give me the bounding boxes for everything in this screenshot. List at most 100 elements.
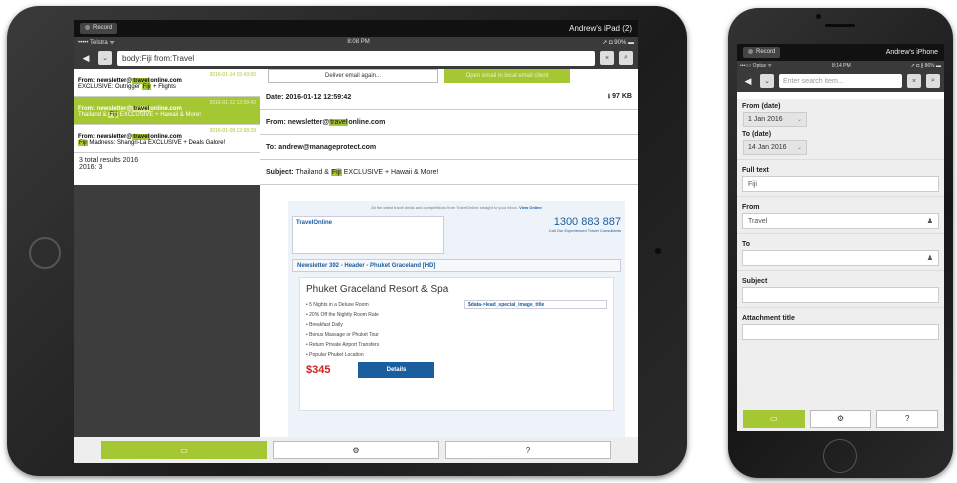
iphone-screen: Record Andrew's iPhone •••○○ Optus ᯤ 8:1… xyxy=(737,44,944,431)
deal-price: $345 xyxy=(306,364,331,376)
phone-block: 1300 883 887 Call Our Experienced Travel… xyxy=(549,216,621,233)
help-button[interactable]: ? xyxy=(876,409,939,428)
result-subject: EXCLUSIVE: Outrigger Fiji + Flights xyxy=(78,84,176,90)
person-icon[interactable]: ♟ xyxy=(927,217,933,225)
deal-card: Phuket Graceland Resort & Spa • 5 Nights… xyxy=(299,277,614,411)
search-bar: ◀ ⌄ Enter search item... × ⌕ xyxy=(737,70,944,92)
open-local-client-button[interactable]: Open email in local email client xyxy=(444,69,570,83)
carrier: •••○○ Optus ᯤ xyxy=(740,62,772,69)
mail-tab-button[interactable]: ▭ xyxy=(101,441,267,459)
clock: 8:14 PM xyxy=(832,62,851,69)
settings-button[interactable]: ⚙ xyxy=(273,441,439,459)
battery: ➚ ◘ ∦ 86% ▬ xyxy=(910,62,941,69)
clear-icon[interactable]: × xyxy=(907,74,921,88)
person-icon[interactable]: ♟ xyxy=(927,254,933,262)
clear-icon[interactable]: × xyxy=(600,51,614,65)
record-label: Record xyxy=(93,25,113,32)
iphone-device: Record Andrew's iPhone •••○○ Optus ᯤ 8:1… xyxy=(728,8,953,478)
mail-tab-button[interactable]: ▭ xyxy=(743,409,805,428)
details-button[interactable]: Details xyxy=(358,362,435,378)
search-icon[interactable]: ⌕ xyxy=(926,74,940,88)
view-online-link[interactable]: View Online xyxy=(519,205,542,210)
list-item: • 20% Off the Nightly Room Rate xyxy=(306,312,379,318)
to-date-select[interactable]: 14 Jan 2016 ⌄ xyxy=(743,140,807,155)
message-pane: Deliver email again... Open email in loc… xyxy=(260,69,638,437)
list-item: • 5 Nights in a Deluxe Room xyxy=(306,302,369,308)
fulltext-label: Full text xyxy=(742,167,769,174)
status-bar: •••○○ Optus ᯤ 8:14 PM ➚ ◘ ∦ 86% ▬ xyxy=(737,61,944,70)
clock: 8:08 PM xyxy=(347,39,370,45)
chevron-down-icon[interactable]: ⌄ xyxy=(98,51,112,65)
to-date-label: To (date) xyxy=(742,131,772,138)
record-button[interactable]: Record xyxy=(743,47,781,58)
status-bar: ••••• Telstra ᯤ 8:08 PM ➚ ◘ 90% ▬ xyxy=(74,37,638,47)
attachment-title-field[interactable] xyxy=(742,324,939,340)
attachment-title-label: Attachment title xyxy=(742,315,795,322)
battery: ➚ ◘ 90% ▬ xyxy=(602,39,634,46)
help-icon: ? xyxy=(525,445,531,455)
bottom-toolbar: ▭ ⚙ ? xyxy=(737,406,944,431)
deliver-again-button[interactable]: Deliver email again... xyxy=(268,69,438,83)
back-icon[interactable]: ◀ xyxy=(79,51,93,65)
results-summary: 3 total results 2016 2016: 3 xyxy=(74,153,260,185)
home-button[interactable] xyxy=(29,237,61,269)
home-button[interactable] xyxy=(823,439,857,473)
phone-caption: Call Our Experienced Travel Consultants xyxy=(548,228,621,233)
year-count: 2016: 3 xyxy=(79,164,103,171)
gear-icon: ⚙ xyxy=(836,414,845,423)
record-label: Record xyxy=(756,49,776,56)
record-dot-icon xyxy=(85,25,90,31)
message-subject-row: Subject: Thailand & Fiji EXCLUSIVE + Haw… xyxy=(260,160,638,185)
ipad-screen: Record Andrew's iPad (2) ••••• Telstra ᯤ… xyxy=(74,20,638,463)
search-bar: ◀ ⌄ body:Fiji from:Travel × ⌕ xyxy=(74,47,638,69)
list-item: • Breakfast Daily xyxy=(306,322,343,328)
message-date: Date: 2016-01-12 12:59:42 xyxy=(266,93,352,101)
list-item-selected[interactable]: 2016-01-12 12:59:42 From: newsletter@tra… xyxy=(74,97,260,125)
subject-label: Subject xyxy=(742,278,768,285)
bottom-toolbar: ▭ ⚙ ? xyxy=(74,437,638,463)
device-name: Andrew's iPad (2) xyxy=(569,24,632,33)
deal-title: Phuket Graceland Resort & Spa xyxy=(306,284,449,295)
settings-button[interactable]: ⚙ xyxy=(809,409,872,428)
fulltext-field[interactable]: Fiji xyxy=(742,176,939,192)
message-from-row: From: newsletter@travelonline.com xyxy=(260,110,638,135)
gear-icon: ⚙ xyxy=(352,445,360,455)
list-item: • Popular Phuket Location xyxy=(306,352,364,358)
carrier: ••••• Telstra ᯤ xyxy=(78,40,115,46)
help-button[interactable]: ? xyxy=(445,441,611,459)
list-item: • Bonus Massage or Phuket Tour xyxy=(306,332,379,338)
chevron-down-icon[interactable]: ⌄ xyxy=(760,74,774,88)
message-from: From: newsletter@travelonline.com xyxy=(266,118,386,126)
result-subject: Fiji Madness: Shangri-La EXCLUSIVE + Dea… xyxy=(78,140,226,146)
mail-icon: ▭ xyxy=(180,445,188,455)
speaker xyxy=(825,24,855,27)
list-item[interactable]: 2016-01-09 12:58:39 From: newsletter@tra… xyxy=(74,125,260,153)
from-field[interactable]: Travel ♟ xyxy=(742,213,939,229)
phone-number: 1300 883 887 xyxy=(553,216,621,228)
from-label: From xyxy=(742,204,760,211)
front-camera xyxy=(816,14,821,19)
search-input[interactable]: body:Fiji from:Travel xyxy=(117,50,595,66)
list-item[interactable]: 2016-01-14 15:43:00 From: newsletter@tra… xyxy=(74,69,260,97)
total-results: 3 total results 2016 xyxy=(79,157,139,164)
from-date-select[interactable]: 1 Jan 2016 ⌄ xyxy=(743,112,807,127)
message-date-row: Date: 2016-01-12 12:59:42 ⭳ 97 KB xyxy=(260,85,638,110)
results-list: 2016-01-14 15:43:00 From: newsletter@tra… xyxy=(74,69,260,437)
mail-icon: ▭ xyxy=(770,414,778,423)
chevron-down-icon: ⌄ xyxy=(796,145,802,151)
search-input[interactable]: Enter search item... xyxy=(779,74,902,88)
subject-field[interactable] xyxy=(742,287,939,303)
message-to: To: andrew@manageprotect.com xyxy=(266,143,377,151)
newsletter: All the latest travel deals and competit… xyxy=(288,201,625,437)
travelonline-logo[interactable]: TravelOnline xyxy=(292,216,444,254)
deal-features: • 5 Nights in a Deluxe Room • 20% Off th… xyxy=(306,300,379,360)
back-icon[interactable]: ◀ xyxy=(741,74,755,88)
ipad-device: Record Andrew's iPad (2) ••••• Telstra ᯤ… xyxy=(7,6,687,476)
help-icon: ? xyxy=(904,414,910,423)
list-item: • Return Private Airport Transfers xyxy=(306,342,380,348)
record-button[interactable]: Record xyxy=(80,23,118,34)
search-icon[interactable]: ⌕ xyxy=(619,51,633,65)
message-to-row: To: andrew@manageprotect.com xyxy=(260,135,638,160)
to-field[interactable]: ♟ xyxy=(742,250,939,266)
download-size[interactable]: ⭳ 97 KB xyxy=(608,92,632,103)
